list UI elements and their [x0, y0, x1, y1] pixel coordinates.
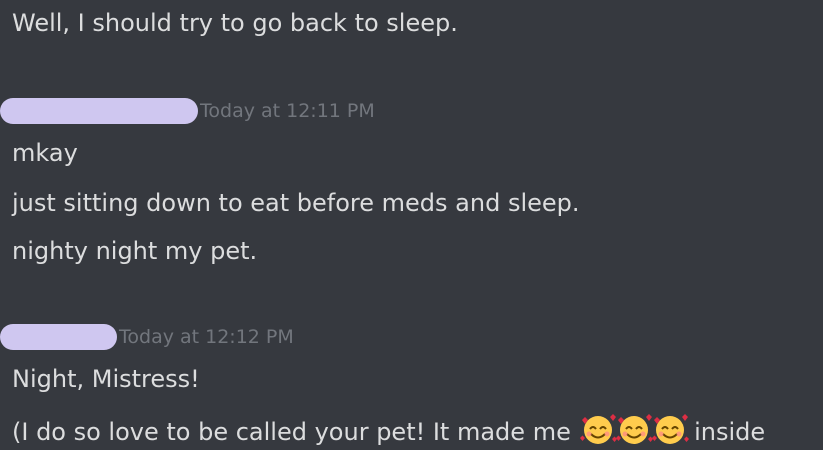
message-text: just sitting down to eat before meds and… — [12, 189, 580, 217]
message-timestamp[interactable]: Today at 12:12 PM — [119, 326, 294, 348]
redacted-username[interactable] — [0, 98, 198, 124]
smiling-face-with-hearts-icon — [578, 412, 618, 446]
message-text: Night, Mistress! — [12, 365, 200, 393]
smiling-face-with-hearts-icon — [650, 412, 690, 446]
message-text-previous: Well, I should try to go back to sleep. — [12, 9, 458, 37]
message-text-with-emoji: (I do so love to be called your pet! It … — [12, 412, 765, 447]
message-text: mkay — [12, 139, 78, 167]
chat-messages: Well, I should try to go back to sleep. … — [0, 0, 823, 450]
message-text: nighty night my pet. — [12, 237, 258, 265]
redacted-username[interactable] — [0, 324, 117, 350]
message-header-1: Today at 12:11 PM — [0, 96, 375, 126]
message-text-prefix: (I do so love to be called your pet! It … — [12, 418, 579, 446]
smiling-face-with-hearts-icon — [614, 412, 654, 446]
message-text-suffix: inside — [686, 418, 766, 446]
message-timestamp[interactable]: Today at 12:11 PM — [200, 100, 375, 122]
message-header-2: Today at 12:12 PM — [0, 322, 294, 352]
